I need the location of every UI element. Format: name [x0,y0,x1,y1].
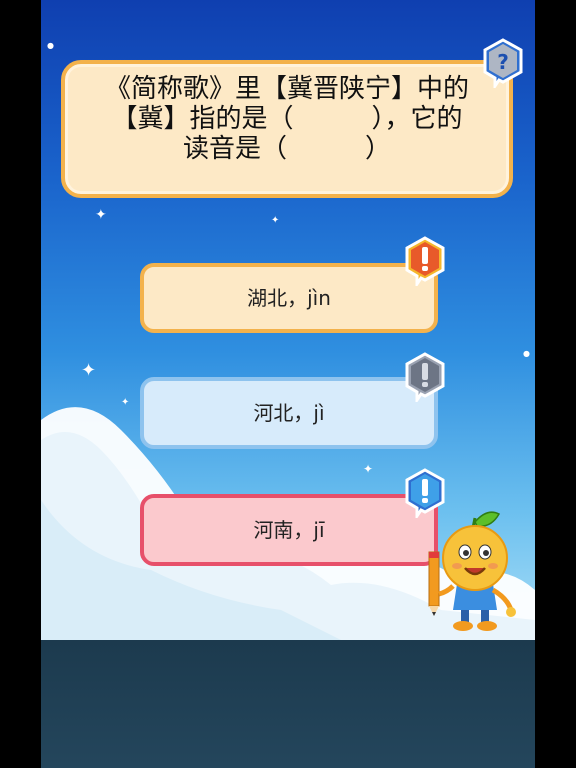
sparkle-icon: ✦ [271,215,280,226]
question-line: 读音是（ ） [182,134,391,164]
sparkle-icon: ● [47,41,54,50]
question-line: 【冀】指的是（ ），它的 [111,104,463,134]
game-stage: ✦ ✦ ✦ ✦ ✦ ● ● 《简称歌》里【冀晋陕宁】中的 【冀】指的是（ ），它… [41,0,535,640]
sparkle-icon: ✦ [121,397,130,408]
svg-text:?: ? [497,50,509,74]
question-line: 《简称歌》里【冀晋陕宁】中的 [104,74,469,104]
answer-option-2[interactable]: 河北，jì [140,377,438,449]
answer-option-3[interactable]: 河南，jī [140,494,438,566]
sparkle-icon: ✦ [95,207,107,223]
exclamation-red-icon [405,236,445,286]
exclamation-gray-icon [405,352,445,402]
question-text: 《简称歌》里【冀晋陕宁】中的 【冀】指的是（ ），它的 读音是（ ） [65,74,509,164]
orange-mascot-icon [428,511,516,631]
bottom-bar [41,640,535,768]
answer-label: 河北，jì [253,401,325,425]
sparkle-icon: ● [523,349,530,358]
answer-label: 河南，jī [253,518,325,542]
answer-label: 湖北，jìn [247,286,331,310]
answer-option-1[interactable]: 湖北，jìn [140,263,438,333]
sparkle-icon: ✦ [81,360,97,381]
help-question-icon[interactable]: ? [481,38,525,88]
question-card: 《简称歌》里【冀晋陕宁】中的 【冀】指的是（ ），它的 读音是（ ） [61,60,513,198]
sparkle-icon: ✦ [363,462,374,476]
